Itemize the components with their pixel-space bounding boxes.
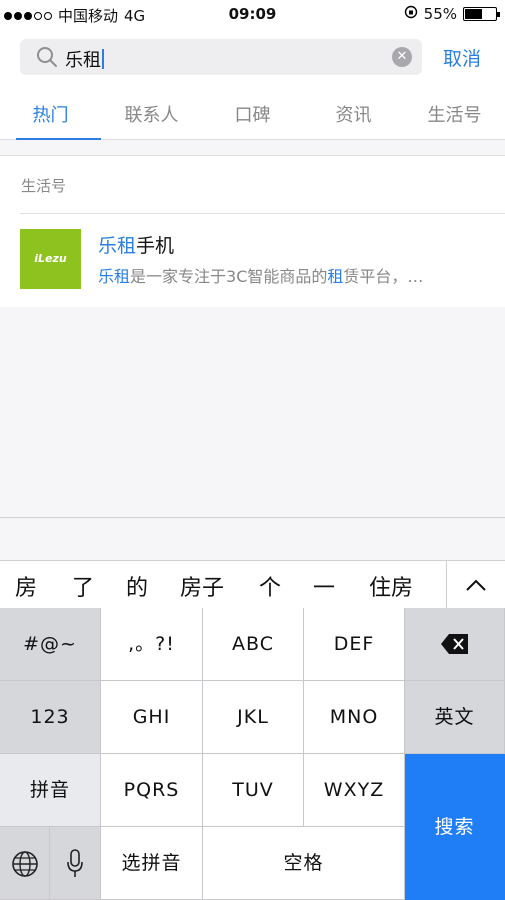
pqrs-key[interactable]: PQRS <box>101 754 203 827</box>
globe-key[interactable] <box>0 827 50 900</box>
text-cursor <box>102 49 104 69</box>
symbols-key[interactable]: #@~ <box>0 608 101 681</box>
list-item[interactable]: iLezu 乐租手机 乐租是一家专注于3C智能商品的租赁平台，… <box>20 229 485 291</box>
search-icon <box>36 46 58 72</box>
clear-icon[interactable]: ✕ <box>392 47 412 67</box>
pinyin-mode-key[interactable]: 拼音 <box>0 754 101 827</box>
globe-icon <box>11 850 39 883</box>
section-title: 生活号 <box>21 177 67 195</box>
tuv-key[interactable]: TUV <box>203 754 304 827</box>
rotation-lock-icon <box>404 5 418 23</box>
search-input[interactable]: 乐租 ✕ <box>20 39 422 75</box>
punctuation-key[interactable]: ,。?! <box>101 608 203 681</box>
candidate-word[interactable]: 一 <box>313 570 335 602</box>
cancel-button[interactable]: 取消 <box>443 44 481 71</box>
account-logo: iLezu <box>20 229 81 289</box>
space-key[interactable]: 空格 <box>203 827 405 900</box>
search-results: 生活号 iLezu 乐租手机 乐租是一家专注于3C智能商品的租赁平台，… <box>0 155 505 307</box>
tab-hot[interactable]: 热门 <box>0 84 101 140</box>
tab-reviews[interactable]: 口碑 <box>202 84 303 139</box>
select-pinyin-key[interactable]: 选拼音 <box>101 827 203 900</box>
numbers-key[interactable]: 123 <box>0 681 101 754</box>
microphone-key[interactable] <box>50 827 101 900</box>
backspace-icon <box>440 633 470 660</box>
expand-candidates-button[interactable] <box>446 561 505 609</box>
ghi-key[interactable]: GHI <box>101 681 203 754</box>
candidate-word[interactable]: 住房 <box>369 570 413 602</box>
jkl-key[interactable]: JKL <box>203 681 304 754</box>
mno-key[interactable]: MNO <box>304 681 405 754</box>
backspace-key[interactable] <box>405 608 505 681</box>
chevron-up-icon <box>465 573 487 597</box>
candidate-word[interactable]: 了 <box>72 570 94 602</box>
candidate-word[interactable]: 房 <box>15 570 37 602</box>
battery-icon <box>463 7 500 21</box>
search-query-text: 乐租 <box>65 50 101 71</box>
wxyz-key[interactable]: WXYZ <box>304 754 405 827</box>
def-key[interactable]: DEF <box>304 608 405 681</box>
candidate-word[interactable]: 个 <box>259 570 281 602</box>
english-mode-key[interactable]: 英文 <box>405 681 505 754</box>
pinyin-keyboard: #@~ ,。?! ABC DEF 123 GHI JKL MNO 英文 拼音 P… <box>0 608 505 900</box>
candidate-word[interactable]: 房子 <box>180 570 224 602</box>
result-title: 乐租手机 <box>98 235 175 257</box>
divider <box>20 213 505 214</box>
divider <box>0 517 505 518</box>
microphone-icon <box>65 848 85 885</box>
candidate-word[interactable]: 的 <box>126 570 148 602</box>
tab-news[interactable]: 资讯 <box>303 84 404 139</box>
abc-key[interactable]: ABC <box>203 608 304 681</box>
ime-candidate-bar: 房 了 的 房子 个 一 住房 <box>0 560 505 609</box>
search-category-tabs: 热门 联系人 口碑 资讯 生活号 <box>0 84 505 140</box>
result-description: 乐租是一家专注于3C智能商品的租赁平台，… <box>98 267 424 286</box>
search-button[interactable]: 搜索 <box>405 754 505 900</box>
search-bar: 乐租 ✕ 取消 <box>0 30 505 84</box>
tab-contacts[interactable]: 联系人 <box>101 84 202 139</box>
tab-life-accounts[interactable]: 生活号 <box>404 84 505 139</box>
battery-percent: 55% <box>423 5 457 23</box>
status-bar: 中国移动 4G 09:09 55% <box>0 0 505 30</box>
